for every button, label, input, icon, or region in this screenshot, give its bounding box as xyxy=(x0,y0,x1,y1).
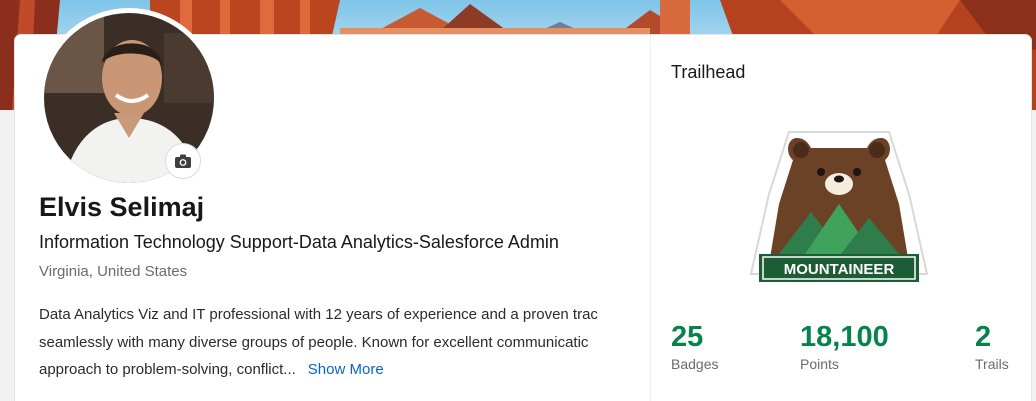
stat-value: 25 xyxy=(671,321,704,353)
stat-label: Trails xyxy=(975,356,1009,372)
stat-badges[interactable]: 25 Badges xyxy=(671,320,718,372)
card-divider xyxy=(650,35,651,401)
mountaineer-bear-badge: MOUNTAINEER xyxy=(749,131,929,282)
trailhead-title: Trailhead xyxy=(671,62,746,82)
stat-label: Points xyxy=(800,356,839,372)
about-line-text: approach to problem-solving, conflict... xyxy=(39,361,296,378)
stat-trails[interactable]: 2 Trails xyxy=(975,320,1009,372)
profile-name: Elvis Selimaj xyxy=(39,192,205,222)
stat-points[interactable]: 18,100 Points xyxy=(800,320,889,372)
stat-value: 2 xyxy=(975,321,992,353)
mountaineer-badge[interactable]: MOUNTAINEER xyxy=(749,124,929,294)
profile-location: Virginia, United States xyxy=(39,263,188,280)
about-line: seamlessly with many diverse groups of p… xyxy=(39,334,589,351)
show-more-link[interactable]: Show More xyxy=(308,361,384,378)
camera-icon xyxy=(175,154,191,168)
stat-value: 18,100 xyxy=(800,321,889,353)
badge-rank-label: MOUNTAINEER xyxy=(784,261,895,278)
change-photo-button[interactable] xyxy=(165,143,201,179)
profile-headline: Information Technology Support-Data Anal… xyxy=(39,232,559,252)
about-line: approach to problem-solving, conflict...… xyxy=(39,361,384,378)
about-summary: Data Analytics Viz and IT professional w… xyxy=(39,300,650,390)
about-line: Data Analytics Viz and IT professional w… xyxy=(39,306,598,323)
stat-label: Badges xyxy=(671,356,719,372)
